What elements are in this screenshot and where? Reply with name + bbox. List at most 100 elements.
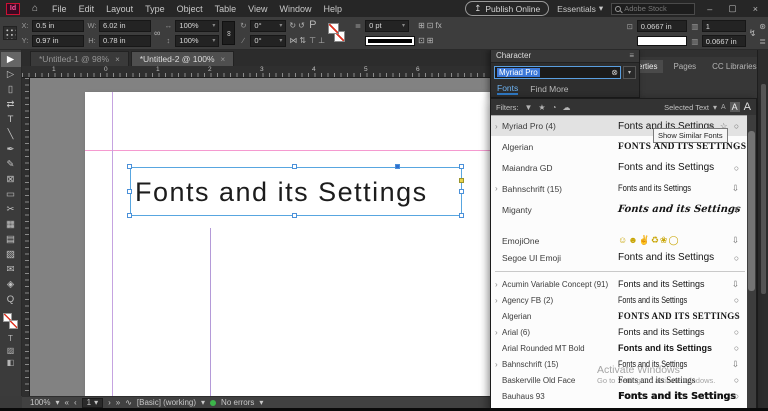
close-button[interactable]: ×	[749, 4, 762, 14]
font-row[interactable]: Baskerville Old Face Fonts and its Setti…	[491, 372, 749, 388]
workspace-switcher[interactable]: Essentials ▾	[557, 3, 603, 14]
x-position-field[interactable]: 0.5 in	[32, 20, 84, 32]
tab-untitled-1[interactable]: *Untitled-1 @ 98% ×	[30, 51, 129, 66]
screen-mode-icon[interactable]: ◧	[1, 356, 21, 368]
handle-top-center[interactable]	[292, 164, 297, 169]
toolbar-stroke-none-swatch[interactable]	[9, 320, 18, 329]
object-style-icon[interactable]: ⊞	[418, 19, 425, 32]
font-dropdown-button[interactable]: ▾	[623, 66, 636, 79]
pencil-tool[interactable]: ✎	[1, 157, 21, 172]
y-position-field[interactable]: 0.97 in	[32, 35, 84, 47]
font-row[interactable]: › Acumin Variable Concept (91) Fonts and…	[491, 276, 749, 292]
tab-close-icon[interactable]: ×	[221, 55, 226, 64]
menu-item[interactable]: Type	[139, 4, 171, 14]
stroke-weight-field[interactable]: 0 pt▾	[365, 20, 409, 32]
font-row-actions[interactable]: ⇩	[732, 279, 741, 290]
gradient-swatch-tool[interactable]: ▤	[1, 232, 21, 247]
restore-button[interactable]: ▢	[724, 3, 741, 14]
sample-text-selector[interactable]: Selected Text	[664, 103, 709, 112]
toolbar-fill-stroke[interactable]	[1, 310, 21, 332]
font-row[interactable]	[491, 220, 749, 232]
pen-tool[interactable]: ✒	[1, 142, 21, 157]
handle-mid-right[interactable]	[459, 189, 464, 194]
type-tool[interactable]: T	[1, 112, 21, 127]
menu-item[interactable]: File	[46, 4, 73, 14]
rotate-cw-icon[interactable]: ↻	[289, 19, 296, 32]
zoom-level-dropdown[interactable]: 100%	[30, 398, 50, 407]
font-row[interactable]: EmojiOne ☺☻✌♻❀◯ ⇩	[491, 232, 749, 249]
constrain-proportions-button[interactable]: ∞	[222, 21, 235, 45]
font-row-actions[interactable]: ○	[734, 253, 741, 263]
color-theme-tool[interactable]: ◈	[1, 277, 21, 292]
scale-x-field[interactable]: 100%▾	[175, 20, 219, 32]
font-row-actions[interactable]: ○	[734, 163, 741, 173]
flip-vertical-icon[interactable]: ⇅	[299, 34, 306, 47]
align-bottom-icon[interactable]: ⊥	[318, 34, 325, 47]
font-row-actions[interactable]: ○	[734, 327, 741, 337]
menu-item[interactable]: Help	[318, 4, 349, 14]
note-tool[interactable]: ✉	[1, 262, 21, 277]
text-frame[interactable]: Fonts and its Settings	[130, 167, 462, 216]
columns-field[interactable]: 1	[702, 20, 746, 32]
font-row[interactable]	[491, 266, 749, 276]
font-row[interactable]: › Agency FB (2) Fonts and its Settings ○	[491, 292, 749, 308]
vertical-ruler[interactable]	[22, 78, 30, 396]
font-row-actions[interactable]: ○	[734, 375, 741, 385]
adobe-fonts-cloud-icon[interactable]: ☁	[562, 103, 570, 112]
font-row-actions[interactable]: ○	[734, 295, 741, 305]
scale-y-field[interactable]: 100%▾	[175, 35, 219, 47]
scissors-tool[interactable]: ✂	[1, 202, 21, 217]
handle-mid-left[interactable]	[127, 189, 132, 194]
font-row-actions[interactable]: ⇩	[732, 183, 741, 194]
paragraph-controls-icon[interactable]: P	[309, 19, 316, 32]
font-row[interactable]: Bauhaus 93 Fonts and its Settings ○	[491, 388, 749, 404]
corner-options-icon[interactable]: ⊞	[427, 34, 434, 47]
line-tool[interactable]: ╲	[1, 127, 21, 142]
font-row[interactable]: Miganty Fonts and its Settings Ŧ	[491, 199, 749, 220]
corner-radius-field[interactable]: 0.0667 in	[637, 20, 687, 32]
dock-scrollbar[interactable]	[757, 48, 768, 411]
font-row[interactable]: › Bahnschrift (15) Fonts and its Setting…	[491, 178, 749, 199]
tab-untitled-2[interactable]: *Untitled-2 @ 100% ×	[131, 51, 234, 66]
gradient-feather-tool[interactable]: ▨	[1, 247, 21, 262]
font-row[interactable]: Arial Rounded MT Bold Fonts and its Sett…	[491, 340, 749, 356]
font-row[interactable]: Algerian FONTS AND ITS SETTINGS ○	[491, 308, 749, 324]
align-top-icon[interactable]: ⊤	[309, 34, 316, 47]
handle-bottom-left[interactable]	[127, 213, 132, 218]
tab-fonts[interactable]: Fonts	[497, 83, 518, 95]
last-page-button[interactable]: »	[116, 398, 120, 407]
filter-funnel-icon[interactable]: ▼	[525, 103, 533, 112]
handle-bottom-center[interactable]	[292, 213, 297, 218]
sample-size-medium-button[interactable]: A	[730, 102, 740, 112]
rotation-angle-field[interactable]: 0°▾	[250, 20, 286, 32]
indesign-logo-icon[interactable]: Id	[6, 3, 20, 15]
font-row-actions[interactable]: ⇩	[732, 235, 741, 246]
quick-apply-icon[interactable]: ↯	[749, 27, 757, 40]
gutter-field[interactable]: 0.0667 in	[702, 35, 746, 47]
next-page-button[interactable]: ›	[108, 398, 111, 407]
sample-size-large-button[interactable]: A	[744, 101, 751, 113]
expander-icon[interactable]: ›	[495, 328, 502, 337]
selection-tool[interactable]: ▶	[1, 52, 21, 67]
page-number-field[interactable]: 1▾	[82, 398, 103, 408]
fill-stroke-swatches[interactable]	[328, 21, 350, 45]
font-row-actions[interactable]: Ŧ	[734, 205, 741, 215]
direct-selection-tool[interactable]: ▷	[1, 67, 21, 82]
menu-item[interactable]: Object	[171, 4, 209, 14]
rectangle-frame-tool[interactable]: ⊠	[1, 172, 21, 187]
link-dimensions-icon[interactable]: ∞	[154, 27, 160, 40]
stroke-style-selector[interactable]	[365, 36, 415, 46]
home-icon[interactable]: ⌂	[32, 3, 38, 14]
panel-menu-icon[interactable]: ≡	[629, 51, 634, 60]
flip-horizontal-icon[interactable]: ⋈	[289, 34, 297, 47]
expander-icon[interactable]: ›	[495, 296, 502, 305]
preflight-icon[interactable]: ∿	[125, 398, 132, 407]
width-field[interactable]: 6.02 in	[99, 20, 151, 32]
apply-gradient-icon[interactable]: ▨	[1, 344, 21, 356]
menu-item[interactable]: View	[242, 4, 273, 14]
expander-icon[interactable]: ›	[495, 360, 502, 369]
panel-options-icon[interactable]: ≣	[759, 35, 766, 48]
menu-item[interactable]: Table	[209, 4, 243, 14]
shear-angle-field[interactable]: 0°▾	[250, 35, 286, 47]
font-row-actions[interactable]: ○	[734, 343, 741, 353]
